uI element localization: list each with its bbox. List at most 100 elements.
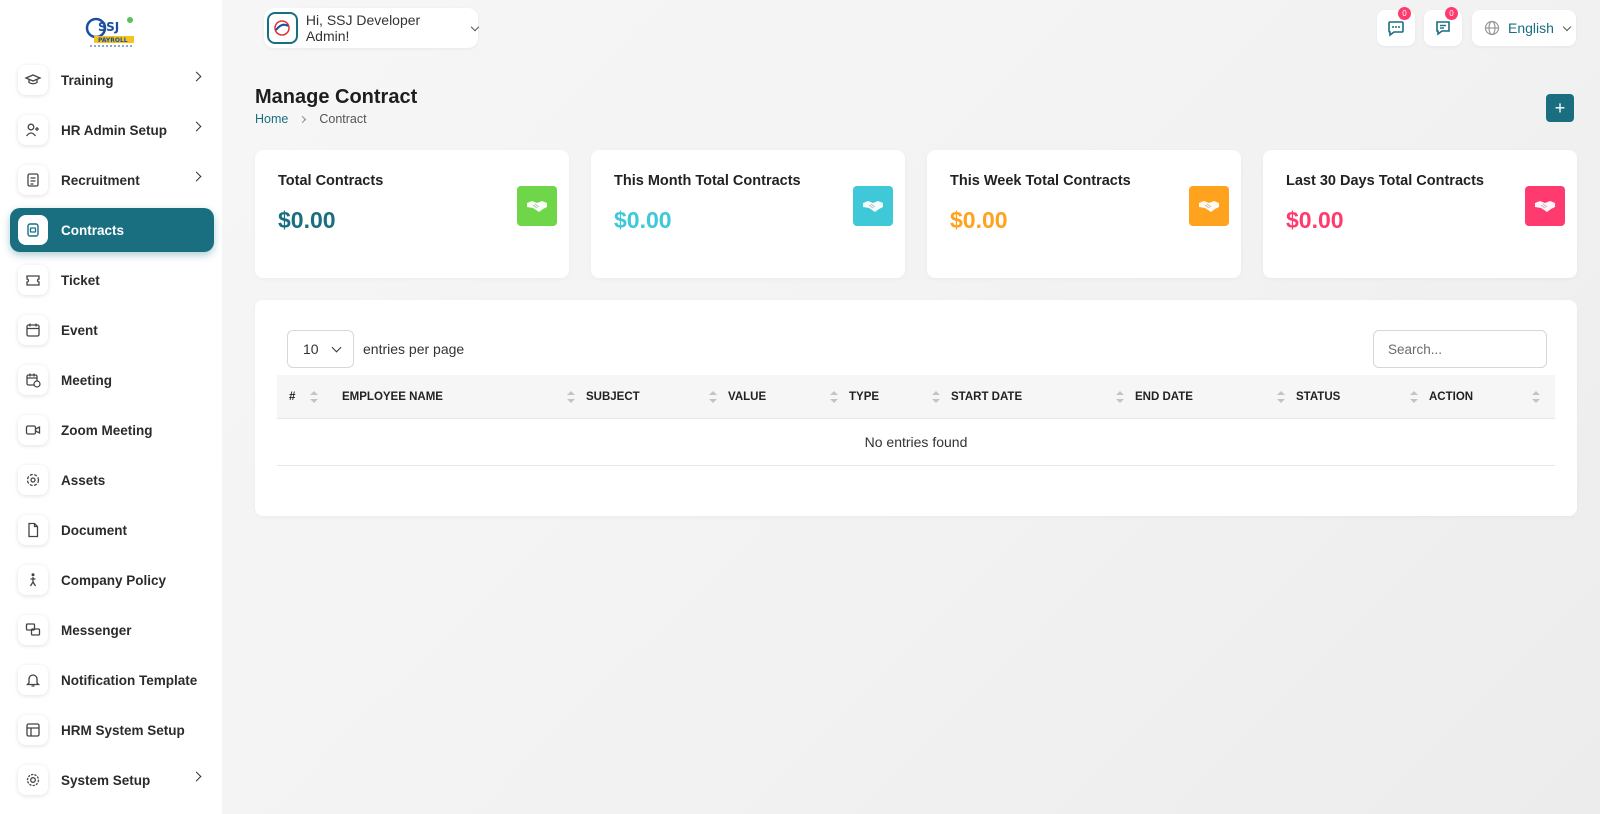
messages-button[interactable]: 0	[1424, 7, 1462, 46]
sidebar-item-hrm-system-setup[interactable]: HRM System Setup	[10, 708, 214, 752]
puzzle-icon	[18, 465, 48, 495]
chevron-down-icon	[470, 22, 480, 31]
chevron-right-icon	[299, 115, 307, 123]
breadcrumb-home[interactable]: Home	[255, 112, 288, 126]
sidebar-item-ticket[interactable]: Ticket	[10, 258, 214, 302]
stat-card: Last 30 Days Total Contracts $0.00	[1263, 150, 1577, 278]
stat-card-title: This Week Total Contracts	[950, 173, 1131, 189]
graduation-cap-icon	[18, 65, 48, 95]
empty-table-message: No entries found	[277, 419, 1555, 466]
sidebar-item-messenger[interactable]: Messenger	[10, 608, 214, 652]
avatar	[267, 12, 298, 44]
clipboard-icon	[18, 165, 48, 195]
chevron-down-icon	[331, 342, 342, 352]
stat-card: Total Contracts $0.00	[255, 150, 569, 278]
sidebar-item-contracts[interactable]: Contracts	[10, 208, 214, 252]
sidebar-item-company-policy[interactable]: Company Policy	[10, 558, 214, 602]
sidebar-item-label: Meeting	[61, 372, 113, 388]
sidebar-item-label: Notification Template	[61, 672, 198, 688]
sidebar-item-assets[interactable]: Assets	[10, 458, 214, 502]
column-header-start-date[interactable]: START DATE	[951, 375, 1022, 419]
stat-card-value: $0.00	[614, 207, 672, 233]
chevron-right-icon	[191, 171, 202, 182]
sidebar-item-hr-admin-setup[interactable]: HR Admin Setup	[10, 108, 214, 152]
stat-card-value: $0.00	[1286, 207, 1344, 233]
sort-icon[interactable]	[1532, 391, 1540, 403]
column-header-action[interactable]: ACTION	[1429, 375, 1473, 419]
column-header-employee-name[interactable]: EMPLOYEE NAME	[342, 375, 443, 419]
column-header-value[interactable]: VALUE	[728, 375, 766, 419]
contract-icon	[18, 215, 48, 245]
stat-card-value: $0.00	[950, 207, 1008, 233]
sort-icon[interactable]	[709, 391, 717, 403]
chat-bubble-icon	[1388, 21, 1404, 37]
globe-icon	[1484, 20, 1500, 36]
messages-icon	[18, 615, 48, 645]
bell-icon	[18, 665, 48, 695]
stat-card-title: Total Contracts	[278, 173, 384, 189]
entries-per-page-select[interactable]: 10	[287, 330, 354, 368]
chevron-right-icon	[191, 771, 202, 782]
chevron-right-icon	[191, 121, 202, 132]
language-label: English	[1508, 20, 1554, 36]
sidebar-item-label: Training	[61, 72, 114, 88]
table-icon	[18, 715, 48, 745]
sidebar-item-label: HRM System Setup	[61, 722, 185, 738]
stat-card-value: $0.00	[278, 207, 336, 233]
chevron-right-icon	[191, 71, 202, 82]
message-icon	[1436, 21, 1450, 36]
sidebar-item-meeting[interactable]: Meeting	[10, 358, 214, 402]
sidebar-item-recruitment[interactable]: Recruitment	[10, 158, 214, 202]
handshake-icon	[1189, 186, 1229, 226]
ticket-icon	[18, 265, 48, 295]
breadcrumb-current: Contract	[319, 112, 367, 126]
sidebar-item-document[interactable]: Document	[10, 508, 214, 552]
sort-icon[interactable]	[567, 391, 575, 403]
sort-icon[interactable]	[310, 391, 318, 403]
handshake-icon	[517, 186, 557, 226]
gear-icon	[18, 765, 48, 795]
contracts-table-panel: 10 entries per page # EMPLOYEE NAME SUBJEC…	[255, 300, 1577, 516]
calendar-icon	[18, 315, 48, 345]
column-header-number[interactable]: #	[289, 375, 295, 419]
sidebar-item-label: Document	[61, 522, 128, 538]
stat-card: This Month Total Contracts $0.00	[591, 150, 905, 278]
sidebar-item-label: Recruitment	[61, 172, 140, 188]
stat-card-title: Last 30 Days Total Contracts	[1286, 173, 1484, 189]
sidebar: SSJ PAYROLL Training HR Admin Setup Recrui…	[0, 0, 222, 814]
column-header-type[interactable]: TYPE	[849, 375, 879, 419]
stat-card-title: This Month Total Contracts	[614, 173, 801, 189]
sort-icon[interactable]	[1116, 391, 1124, 403]
table-header: # EMPLOYEE NAME SUBJECT VALUE TYPE START DATE…	[277, 375, 1555, 419]
sort-icon[interactable]	[932, 391, 940, 403]
column-header-status[interactable]: STATUS	[1296, 375, 1340, 419]
sidebar-item-label: System Setup	[61, 772, 151, 788]
handshake-icon	[1525, 186, 1565, 226]
svg-text:PAYROLL: PAYROLL	[98, 37, 128, 44]
sidebar-item-label: Zoom Meeting	[61, 422, 153, 438]
entries-per-page-label: entries per page	[363, 341, 465, 357]
sidebar-item-notification-template[interactable]: Notification Template	[10, 658, 214, 702]
sort-icon[interactable]	[1410, 391, 1418, 403]
language-selector[interactable]: English	[1472, 10, 1576, 46]
search-input[interactable]	[1373, 330, 1547, 368]
sidebar-item-label: Ticket	[61, 272, 100, 288]
user-menu[interactable]: Hi, SSJ Developer Admin!	[264, 8, 480, 48]
add-contract-button[interactable]: +	[1546, 94, 1574, 122]
company-logo[interactable]: SSJ PAYROLL	[84, 14, 138, 50]
handshake-icon	[853, 186, 893, 226]
sidebar-item-zoom-meeting[interactable]: Zoom Meeting	[10, 408, 214, 452]
column-header-end-date[interactable]: END DATE	[1135, 375, 1193, 419]
sort-icon[interactable]	[830, 391, 838, 403]
sidebar-item-system-setup[interactable]: System Setup	[10, 758, 214, 802]
sidebar-item-training[interactable]: Training	[10, 58, 214, 102]
sort-icon[interactable]	[1277, 391, 1285, 403]
walking-person-icon	[18, 565, 48, 595]
sidebar-item-event[interactable]: Event	[10, 308, 214, 352]
column-header-subject[interactable]: SUBJECT	[586, 375, 640, 419]
entries-per-page-value: 10	[303, 341, 319, 357]
chat-button[interactable]: 0	[1377, 7, 1415, 46]
chat-badge: 0	[1398, 7, 1411, 20]
sidebar-item-label: Event	[61, 322, 98, 338]
sidebar-item-label: Contracts	[61, 222, 125, 238]
